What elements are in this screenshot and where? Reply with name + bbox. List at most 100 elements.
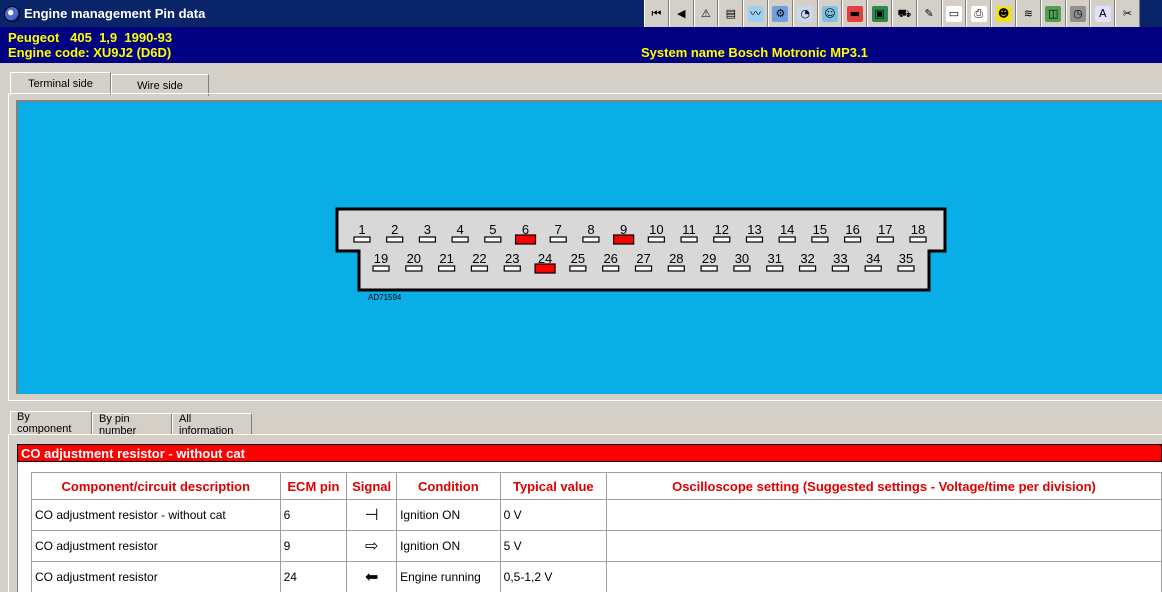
pin-28 xyxy=(667,265,685,272)
cell-oscilloscope xyxy=(605,499,1162,531)
computer-button[interactable]: ▭ xyxy=(941,0,967,27)
pin-2 xyxy=(386,236,404,243)
table-row: CO adjustment resistor 9 ⇨ Ignition ON 5 V xyxy=(31,530,1162,562)
fuel-button[interactable]: ▬ xyxy=(842,0,868,27)
window-title: Engine management Pin data xyxy=(24,6,206,21)
pin-label-20: 20 xyxy=(407,251,421,266)
font-button[interactable]: A xyxy=(1090,0,1116,27)
pin-label-4: 4 xyxy=(457,222,464,237)
cell-condition: Ignition ON xyxy=(396,499,501,531)
pin-label-23: 23 xyxy=(505,251,519,266)
warning-button[interactable]: ⚠ xyxy=(693,0,719,27)
pin-label-24: 24 xyxy=(538,251,552,266)
pin-label-2: 2 xyxy=(391,222,398,237)
fuel-icon: ▬ xyxy=(846,5,863,22)
save-button[interactable]: ▣ xyxy=(867,0,892,27)
pin-label-22: 22 xyxy=(472,251,486,266)
pin-label-14: 14 xyxy=(780,222,794,237)
engine-code: Engine code: XU9J2 (D6D) xyxy=(8,45,172,60)
app-window: Engine management Pin data ⏮ ◀ ⚠ ▤ 〰 ⚙ ◔ ☺ ▬ ▣ ⛟ ✎ ▭… xyxy=(0,0,1162,592)
pin-18 xyxy=(909,236,927,243)
pin-12 xyxy=(713,236,731,243)
car-button[interactable]: ⛟ xyxy=(891,0,917,27)
pin-21 xyxy=(438,265,456,272)
pin-label-12: 12 xyxy=(715,222,729,237)
pin-label-31: 31 xyxy=(768,251,782,266)
connector-label: AD71594 xyxy=(368,293,402,302)
tool-icon: ✎ xyxy=(924,6,934,20)
pin-label-17: 17 xyxy=(878,222,892,237)
section-title: CO adjustment resistor - without cat xyxy=(17,444,1162,462)
save-icon: ▣ xyxy=(871,5,888,22)
cell-condition: Ignition ON xyxy=(396,530,501,562)
pin-label-15: 15 xyxy=(813,222,827,237)
pin-3 xyxy=(418,236,437,243)
pin-35 xyxy=(897,265,915,272)
pin-label-6: 6 xyxy=(522,222,529,237)
pin-1 xyxy=(353,236,371,243)
pin-label-18: 18 xyxy=(911,222,925,237)
col-typical-value: Typical value xyxy=(499,472,607,500)
pin-label-29: 29 xyxy=(702,251,716,266)
gear-button[interactable]: ⚙ xyxy=(767,0,793,27)
diagram-button[interactable]: ◫ xyxy=(1040,0,1066,27)
first-button[interactable]: ⏮ xyxy=(644,0,669,27)
scope-icon: 〰 xyxy=(747,5,764,22)
pin-27 xyxy=(634,265,653,272)
pin-label-26: 26 xyxy=(603,251,617,266)
pin-label-27: 27 xyxy=(636,251,650,266)
input-arrow-icon: ⬅ xyxy=(346,561,398,592)
clock-button[interactable]: ◷ xyxy=(1065,0,1091,27)
pin-table-area: Component/circuit description ECM pin Si… xyxy=(17,462,1162,592)
cell-oscilloscope xyxy=(605,530,1162,562)
pin-label-1: 1 xyxy=(358,222,365,237)
wiring-button[interactable]: ≋ xyxy=(1015,0,1041,27)
tools-button[interactable]: ✂ xyxy=(1115,0,1140,27)
tools-icon: ✂ xyxy=(1122,6,1133,20)
print-icon: ⎙ xyxy=(970,5,987,22)
engine-size: 1,9 xyxy=(99,30,118,45)
pin-label-11: 11 xyxy=(682,222,696,237)
col-signal: Signal xyxy=(346,472,398,500)
back-button[interactable]: ◀ xyxy=(668,0,694,27)
table-header-row: Component/circuit description ECM pin Si… xyxy=(31,472,1162,500)
cell-typical-value: 0 V xyxy=(499,499,607,531)
computer-icon: ▭ xyxy=(945,5,962,22)
pin-16 xyxy=(843,236,862,243)
connector-panel: 1 2 3 4 5 6 7 8 9 10 11 12 13 14 15 16 17 18 19 20 21 22 23 24 2… xyxy=(16,100,1162,394)
pin-label-7: 7 xyxy=(555,222,562,237)
pin-33 xyxy=(831,265,849,272)
print-button[interactable]: ⎙ xyxy=(966,0,992,27)
app-icon xyxy=(4,5,20,22)
people-button[interactable]: ☺ xyxy=(817,0,843,27)
pin-32 xyxy=(798,265,817,272)
people-icon: ☺ xyxy=(821,5,838,22)
tab-by-component[interactable]: By component xyxy=(10,411,92,435)
pin-26 xyxy=(602,265,620,272)
tab-by-pin-number[interactable]: By pin number xyxy=(92,413,172,437)
output-arrow-icon: ⇨ xyxy=(346,530,398,562)
pin-22 xyxy=(470,265,489,272)
face-button[interactable]: ☻ xyxy=(991,0,1016,27)
pin-label-5: 5 xyxy=(489,222,496,237)
pin-label-28: 28 xyxy=(669,251,683,266)
cell-oscilloscope xyxy=(605,561,1162,592)
table-row: CO adjustment resistor - without cat 6 ⊣ Ig… xyxy=(31,499,1162,531)
vehicle-line: Peugeot 405 1,9 1990-93 xyxy=(8,30,172,45)
col-description: Component/circuit description xyxy=(31,472,281,500)
tab-all-information[interactable]: All information xyxy=(172,413,252,437)
col-ecm-pin: ECM pin xyxy=(279,472,348,500)
scope-button[interactable]: 〰 xyxy=(743,0,768,27)
info-tabs: By component By pin number All informati… xyxy=(10,411,252,437)
gauge-button[interactable]: ◔ xyxy=(792,0,818,27)
pin-label-3: 3 xyxy=(424,222,431,237)
clock-icon: ◷ xyxy=(1069,5,1086,22)
pin-label-19: 19 xyxy=(374,251,388,266)
tool-button[interactable]: ✎ xyxy=(916,0,942,27)
pin-20 xyxy=(405,265,423,272)
pin-label-21: 21 xyxy=(439,251,453,266)
vehicle-make: Peugeot xyxy=(8,30,60,45)
pin-13 xyxy=(745,236,764,243)
table-row: CO adjustment resistor 24 ⬅ Engine running 0… xyxy=(31,561,1162,592)
document-button[interactable]: ▤ xyxy=(718,0,744,27)
